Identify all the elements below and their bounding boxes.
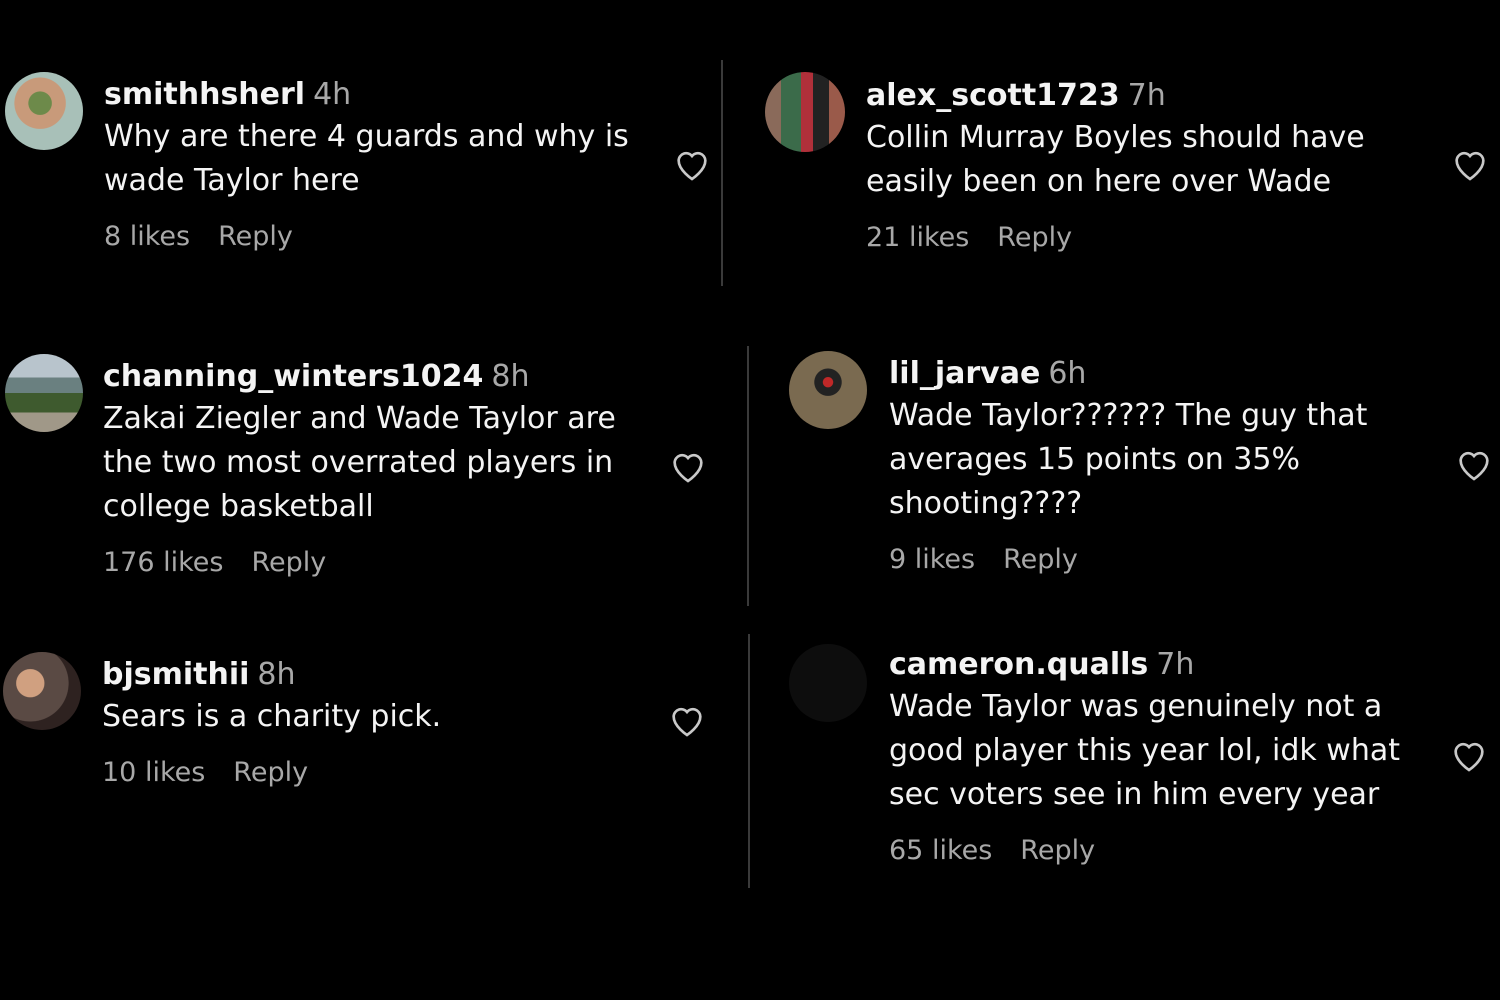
reply-button[interactable]: Reply [218, 221, 293, 252]
avatar[interactable] [5, 354, 83, 432]
avatar[interactable] [3, 652, 81, 730]
panel-divider [747, 346, 749, 606]
heart-outline-icon[interactable] [1449, 735, 1489, 775]
timestamp: 6h [1048, 356, 1087, 391]
comment-text: Collin Murray Boyles should have easily … [866, 120, 1365, 199]
likes-count[interactable]: 8 likes [104, 221, 190, 252]
reply-button[interactable]: Reply [997, 222, 1072, 253]
likes-count[interactable]: 176 likes [103, 547, 223, 578]
username[interactable]: bjsmithii [102, 657, 249, 692]
heart-outline-icon[interactable] [667, 700, 707, 740]
username[interactable]: cameron.qualls [889, 647, 1148, 682]
comment-text: Zakai Ziegler and Wade Taylor are the tw… [103, 401, 616, 524]
username[interactable]: channing_winters1024 [103, 359, 483, 394]
comment-text: Wade Taylor was genuinely not a good pla… [889, 689, 1400, 812]
likes-count[interactable]: 10 likes [102, 757, 205, 788]
username[interactable]: lil_jarvae [889, 356, 1040, 391]
username[interactable]: alex_scott1723 [866, 78, 1120, 113]
comment-text: Sears is a charity pick. [102, 699, 442, 734]
panel-divider [748, 634, 750, 888]
likes-count[interactable]: 21 likes [866, 222, 969, 253]
timestamp: 8h [257, 657, 296, 692]
likes-count[interactable]: 65 likes [889, 835, 992, 866]
heart-outline-icon[interactable] [1450, 144, 1490, 184]
heart-outline-icon[interactable] [1454, 444, 1494, 484]
avatar[interactable] [789, 351, 867, 429]
avatar[interactable] [789, 644, 867, 722]
likes-count[interactable]: 9 likes [889, 544, 975, 575]
timestamp: 8h [491, 359, 530, 394]
panel-divider [721, 60, 723, 286]
timestamp: 4h [313, 77, 352, 112]
heart-outline-icon[interactable] [672, 144, 712, 184]
comment-text: Wade Taylor?????? The guy that averages … [889, 398, 1368, 521]
reply-button[interactable]: Reply [233, 757, 308, 788]
heart-outline-icon[interactable] [668, 446, 708, 486]
avatar[interactable] [765, 72, 845, 152]
timestamp: 7h [1156, 647, 1195, 682]
timestamp: 7h [1127, 78, 1166, 113]
username[interactable]: smithhsherl [104, 77, 305, 112]
reply-button[interactable]: Reply [251, 547, 326, 578]
reply-button[interactable]: Reply [1020, 835, 1095, 866]
avatar[interactable] [5, 72, 83, 150]
comment-text: Why are there 4 guards and why is wade T… [104, 119, 629, 198]
reply-button[interactable]: Reply [1003, 544, 1078, 575]
